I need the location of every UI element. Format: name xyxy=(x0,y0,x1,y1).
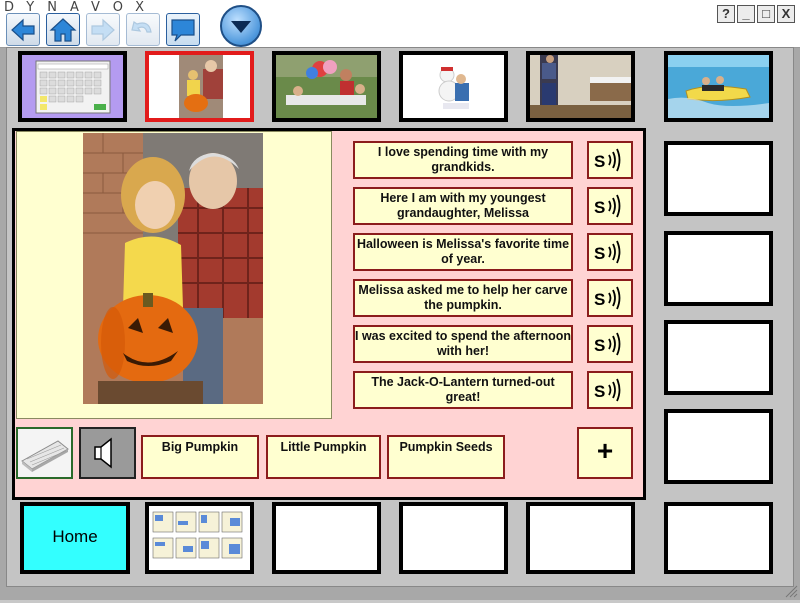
speak-button[interactable]: S xyxy=(587,371,633,409)
menu-arrow-icon xyxy=(231,21,251,33)
word-button-little-pumpkin[interactable]: Little Pumpkin xyxy=(266,435,381,479)
pages-grid-icon xyxy=(149,506,250,570)
empty-tile[interactable] xyxy=(664,502,773,574)
undo-icon xyxy=(131,21,152,33)
party-photo-tile[interactable] xyxy=(272,51,381,122)
minimize-button[interactable]: _ xyxy=(737,5,755,23)
speak-icon: S xyxy=(594,378,621,402)
speak-icon: S xyxy=(594,148,621,172)
speak-icon: S xyxy=(594,240,621,264)
jetski-thumbnail-image xyxy=(668,55,769,118)
keyboard-button[interactable] xyxy=(16,427,73,479)
phrase-button[interactable]: I was excited to spend the afternoon wit… xyxy=(353,325,573,363)
keypad-tile[interactable] xyxy=(18,51,127,122)
word-button-big-pumpkin[interactable]: Big Pumpkin xyxy=(141,435,259,479)
keypad-thumbnail-icon xyxy=(22,55,123,118)
svg-text:S: S xyxy=(594,244,605,263)
speak-icon: S xyxy=(594,286,621,310)
empty-tile[interactable] xyxy=(664,141,773,216)
speak-button[interactable]: S xyxy=(587,187,633,225)
snowman-thumbnail-image xyxy=(403,55,504,118)
jetski-photo-tile[interactable] xyxy=(664,51,773,122)
svg-text:S: S xyxy=(594,198,605,217)
speaker-icon xyxy=(94,437,112,469)
phrase-button[interactable]: The Jack-O-Lantern turned-out great! xyxy=(353,371,573,409)
phrase-button[interactable]: Here I am with my youngest grandaughter,… xyxy=(353,187,573,225)
grandpa-pumpkin-photo xyxy=(83,133,263,404)
forward-arrow-icon xyxy=(91,18,115,42)
undo-button[interactable] xyxy=(126,13,160,46)
speech-bubble-icon xyxy=(171,19,195,42)
empty-tile[interactable] xyxy=(526,502,635,574)
speak-button[interactable]: S xyxy=(587,279,633,317)
speak-button[interactable]: S xyxy=(587,325,633,363)
speech-button[interactable] xyxy=(166,13,200,46)
empty-tile[interactable] xyxy=(664,409,773,484)
party-thumbnail-image xyxy=(276,55,377,118)
phrase-button[interactable]: I love spending time with my grandkids. xyxy=(353,141,573,179)
pumpkin-carving-image xyxy=(83,133,263,404)
back-button[interactable] xyxy=(6,13,40,46)
word-button-pumpkin-seeds[interactable]: Pumpkin Seeds xyxy=(387,435,505,479)
forward-button[interactable] xyxy=(86,13,120,46)
pumpkin-thumbnail-image xyxy=(149,55,250,118)
svg-text:S: S xyxy=(594,382,605,401)
speak-icon: S xyxy=(594,332,621,356)
svg-text:S: S xyxy=(594,336,605,355)
maximize-button[interactable]: □ xyxy=(757,5,775,23)
phrase-button[interactable]: Halloween is Melissa's favorite time of … xyxy=(353,233,573,271)
home-button[interactable]: Home xyxy=(20,502,130,574)
close-button[interactable]: X xyxy=(777,5,795,23)
empty-tile[interactable] xyxy=(399,502,508,574)
menu-button[interactable] xyxy=(220,5,262,47)
speak-button[interactable]: S xyxy=(587,233,633,271)
snowman-photo-tile[interactable] xyxy=(399,51,508,122)
pages-grid-tile[interactable] xyxy=(145,502,254,574)
home-icon xyxy=(49,18,77,42)
bedroom-thumbnail-image xyxy=(530,55,631,118)
resize-grip-icon[interactable] xyxy=(784,584,798,598)
volume-button[interactable] xyxy=(79,427,136,479)
empty-tile[interactable] xyxy=(272,502,381,574)
empty-tile[interactable] xyxy=(664,231,773,306)
help-button[interactable]: ? xyxy=(717,5,735,23)
back-arrow-icon xyxy=(11,18,35,42)
empty-tile[interactable] xyxy=(664,320,773,395)
svg-text:S: S xyxy=(594,290,605,309)
add-button[interactable]: + xyxy=(577,427,633,479)
phrase-button[interactable]: Melissa asked me to help her carve the p… xyxy=(353,279,573,317)
speak-icon: S xyxy=(594,194,621,218)
keyboard-icon xyxy=(21,440,69,472)
home-toolbar-button[interactable] xyxy=(46,13,80,46)
speak-button[interactable]: S xyxy=(587,141,633,179)
bedroom-photo-tile[interactable] xyxy=(526,51,635,122)
pumpkin-story-tile[interactable] xyxy=(145,51,254,122)
svg-text:S: S xyxy=(594,152,605,171)
